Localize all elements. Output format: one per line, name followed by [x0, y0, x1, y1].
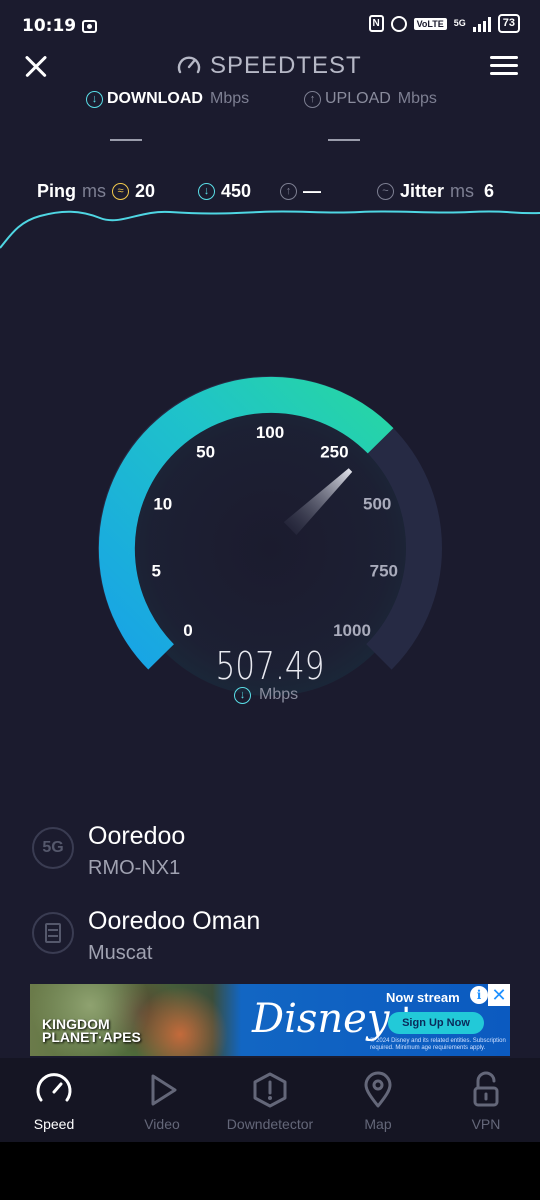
server-info[interactable]: Ooredoo Oman Muscat: [32, 907, 502, 971]
gauge-label-750: 750: [370, 562, 398, 581]
volte-badge: VoLTE: [413, 17, 447, 30]
ping-unit: ms: [82, 181, 106, 201]
current-speed-unit-row: ↓ Mbps: [234, 686, 298, 704]
server-icon: [45, 923, 61, 943]
ad-close-icon[interactable]: ✕: [488, 984, 510, 1006]
bottom-nav: Speed Video Downdetector Map VPN: [0, 1058, 540, 1142]
upload-latency-value: —: [303, 181, 321, 201]
upload-unit: Mbps: [397, 90, 437, 107]
status-bar: 10:19 N VoLTE 5G 73: [0, 0, 540, 52]
download-latency-value: 450: [221, 181, 252, 201]
nav-item-downdetector[interactable]: Downdetector: [216, 1058, 324, 1142]
app-title: SPEEDTEST: [210, 52, 362, 79]
server-location: Muscat: [88, 942, 153, 964]
result-tabs: ↓ DOWNLOAD Mbps ↑ UPLOAD Mbps: [0, 90, 540, 114]
nav-label-vpn: VPN: [471, 1116, 501, 1132]
network-5g-icon: 5G: [32, 827, 74, 869]
download-arrow-icon: ↓: [234, 686, 251, 704]
idle-ping-value: 20: [135, 181, 156, 201]
idle-latency-icon: ≈: [112, 183, 129, 200]
ad-headline: Now stream: [386, 990, 460, 1005]
provider-info[interactable]: 5G Ooredoo RMO-NX1: [32, 822, 502, 886]
nfc-icon: N: [368, 15, 384, 32]
gauge-label-10: 10: [153, 495, 172, 514]
ping-label: Ping: [37, 181, 76, 201]
jitter-metric: ~ Jitter ms 6: [377, 181, 494, 202]
nav-item-video[interactable]: Video: [108, 1058, 216, 1142]
gauge-label-1000: 1000: [333, 621, 371, 640]
gauge-label-5: 5: [151, 562, 160, 581]
lock-icon: [473, 1071, 499, 1107]
jitter-unit: ms: [450, 181, 475, 201]
nav-item-vpn[interactable]: VPN: [432, 1058, 540, 1142]
status-icons: N VoLTE 5G 73: [368, 14, 520, 33]
app-root: { "status": { "time": "10:19", "network"…: [0, 0, 540, 1200]
signal-icon: [472, 16, 491, 32]
download-label: DOWNLOAD: [107, 90, 203, 107]
network-type: 5G: [453, 18, 466, 28]
current-speed-unit: Mbps: [259, 686, 299, 703]
system-navigation-area: [0, 1142, 540, 1200]
speed-history-graph: [0, 210, 540, 249]
download-arrow-icon: ↓: [86, 90, 103, 108]
download-latency-metric: ↓ 450: [198, 181, 251, 202]
tab-download[interactable]: ↓ DOWNLOAD Mbps: [86, 90, 249, 108]
gauge-label-250: 250: [320, 443, 348, 462]
ping-metric: Ping ms ≈ 20: [37, 181, 155, 202]
upload-latency-icon: ↑: [280, 183, 297, 200]
device-name: RMO-NX1: [88, 857, 181, 879]
download-result-placeholder: [110, 139, 142, 141]
tab-upload[interactable]: ↑ UPLOAD Mbps: [304, 90, 437, 108]
map-pin-icon: [364, 1071, 392, 1108]
battery-level: 73: [497, 14, 520, 33]
current-speed-value: 507.49: [215, 644, 325, 688]
ad-signup-button[interactable]: Sign Up Now: [388, 1012, 484, 1034]
upload-result-placeholder: [328, 139, 360, 141]
upload-label: UPLOAD: [325, 90, 391, 107]
alarm-icon: [390, 15, 407, 32]
alert-icon: [253, 1072, 287, 1108]
speedometer-icon: [36, 1073, 72, 1102]
provider-name: Ooredoo: [88, 822, 186, 850]
screen-record-icon: [82, 19, 98, 33]
jitter-value: 6: [484, 181, 495, 201]
nav-item-map[interactable]: Map: [324, 1058, 432, 1142]
status-time: 10:19: [22, 16, 77, 36]
speedometer-logo-icon: [177, 56, 201, 74]
gauge-label-100: 100: [256, 423, 284, 442]
ad-movie-title: KINGDOM PLANET·APES: [42, 1016, 141, 1045]
gauge-label-50: 50: [196, 443, 215, 462]
upload-arrow-icon: ↑: [304, 90, 321, 108]
app-brand: SPEEDTEST: [176, 52, 362, 80]
menu-button[interactable]: [490, 56, 518, 76]
download-latency-icon: ↓: [198, 183, 215, 200]
ad-fine-print: © 2024 Disney and its related entities. …: [370, 1038, 506, 1051]
ad-info-icon[interactable]: i: [470, 986, 488, 1004]
upload-latency-metric: ↑ —: [280, 181, 321, 202]
download-unit: Mbps: [209, 90, 250, 107]
ad-banner[interactable]: KINGDOM PLANET·APES Disney+ Now stream Si…: [30, 984, 510, 1056]
app-header: SPEEDTEST: [0, 48, 540, 86]
nav-label-video: Video: [144, 1116, 180, 1132]
play-icon: [151, 1074, 177, 1106]
nav-label-downdetector: Downdetector: [226, 1116, 314, 1132]
close-button[interactable]: [20, 50, 52, 82]
server-name: Ooredoo Oman: [88, 907, 261, 935]
jitter-label: Jitter: [400, 181, 445, 201]
nav-label-speed: Speed: [33, 1116, 75, 1132]
nav-item-speed[interactable]: Speed: [0, 1058, 108, 1142]
gauge-label-0: 0: [183, 621, 192, 640]
gauge-label-500: 500: [363, 495, 391, 514]
server-icon-wrap: [32, 912, 74, 954]
jitter-icon: ~: [377, 183, 394, 200]
nav-label-map: Map: [364, 1116, 392, 1132]
